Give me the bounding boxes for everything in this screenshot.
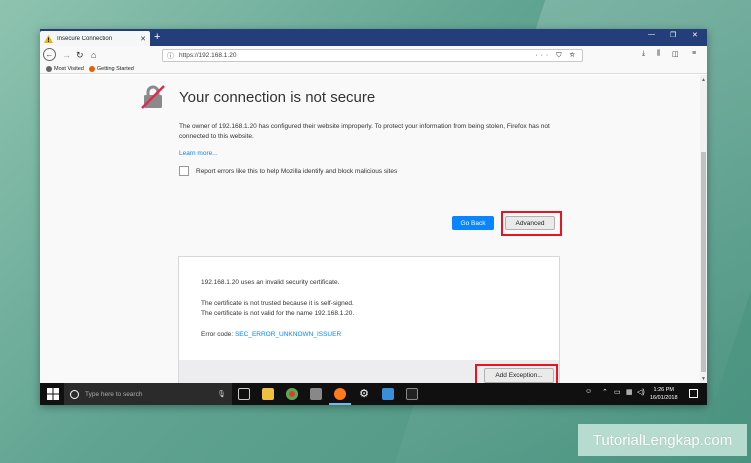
tab-insecure-connection[interactable]: Insecure Connection ✕: [40, 31, 150, 46]
cert-invalid-text: 192.168.1.20 uses an invalid security ce…: [201, 279, 340, 286]
search-placeholder: Type here to search: [85, 390, 143, 398]
error-code-link[interactable]: SEC_ERROR_UNKNOWN_ISSUER: [235, 331, 341, 338]
error-title: Your connection is not secure: [179, 89, 376, 106]
watermark: TutorialLengkap.com: [578, 424, 747, 456]
tab-title: Insecure Connection: [57, 35, 113, 42]
bookmark-getting-started[interactable]: Getting Started: [88, 65, 134, 72]
battery-icon[interactable]: ▭: [614, 388, 621, 396]
error-description: The owner of 192.168.1.20 has configured…: [179, 123, 550, 140]
chrome-icon[interactable]: [286, 388, 298, 400]
info-icon[interactable]: ⓘ: [167, 51, 174, 61]
error-code-label: Error code:: [201, 331, 234, 338]
library-icon[interactable]: ⫼: [657, 50, 660, 58]
bookmark-label: Getting Started: [96, 65, 134, 72]
active-app-indicator: [329, 403, 351, 405]
terminal-icon[interactable]: [406, 388, 418, 400]
bookmark-label: Most Visited: [54, 65, 84, 72]
firefox-icon: [88, 65, 95, 72]
bookmark-most-visited[interactable]: Most Visited: [46, 65, 84, 72]
warning-icon: [44, 34, 53, 43]
scroll-down-icon[interactable]: ▼: [701, 376, 706, 382]
page-actions[interactable]: ··· ⛉ ☆: [535, 52, 578, 60]
tray-chevron-icon[interactable]: ⌃: [602, 388, 608, 396]
settings-icon[interactable]: ⚙: [358, 388, 370, 400]
new-tab-button[interactable]: +: [154, 30, 160, 44]
page-content: Your connection is not secure The owner …: [40, 75, 707, 391]
download-icon[interactable]: ⤓: [642, 50, 645, 58]
network-icon[interactable]: ▦: [626, 388, 633, 396]
file-explorer-icon[interactable]: [262, 388, 274, 400]
clock-time: 1:26 PM: [653, 387, 674, 393]
url-text: https://192.168.1.20: [179, 52, 237, 59]
notification-icon[interactable]: [689, 389, 698, 398]
people-icon[interactable]: ☺: [585, 388, 592, 395]
gear-icon: [46, 65, 52, 72]
home-icon[interactable]: ⌂: [91, 48, 96, 62]
taskbar-clock[interactable]: 1:26 PM 16/01/2018: [650, 386, 678, 402]
minimize-icon[interactable]: —: [648, 31, 655, 38]
report-errors-row: Report errors like this to help Mozilla …: [179, 166, 397, 176]
forward-icon[interactable]: →: [62, 48, 71, 62]
report-errors-checkbox[interactable]: [179, 166, 189, 176]
title-bar: Insecure Connection ✕ + — ❐ ✕: [40, 29, 707, 46]
cert-name-mismatch-text: The certificate is not valid for the nam…: [201, 310, 355, 317]
go-back-button[interactable]: Go Back: [452, 216, 494, 230]
microphone-icon[interactable]: 🎙: [217, 390, 226, 398]
task-view-icon[interactable]: [238, 388, 250, 400]
screenshot-frame: Insecure Connection ✕ + — ❐ ✕ ← → ↻ ⌂ ⓘ …: [40, 29, 707, 405]
clock-date: 16/01/2018: [650, 395, 678, 401]
url-bar[interactable]: ⓘ https://192.168.1.20 ··· ⛉ ☆: [162, 49, 583, 62]
bookmarks-bar: Most Visited Getting Started: [40, 64, 707, 74]
advanced-highlight-box: [501, 211, 562, 236]
error-code-row: Error code: SEC_ERROR_UNKNOWN_ISSUER: [201, 331, 341, 338]
cortana-icon: [70, 389, 79, 399]
learn-more-link[interactable]: Learn more...: [179, 150, 218, 157]
tab-close-icon[interactable]: ✕: [140, 35, 146, 43]
close-window-icon[interactable]: ✕: [692, 31, 698, 39]
scroll-thumb[interactable]: [701, 152, 706, 372]
app-icon[interactable]: [310, 388, 322, 400]
back-icon[interactable]: ←: [43, 48, 56, 61]
maximize-icon[interactable]: ❐: [670, 31, 676, 39]
reload-icon[interactable]: ↻: [76, 48, 84, 62]
firefox-taskbar-icon[interactable]: [334, 388, 346, 400]
report-errors-label: Report errors like this to help Mozilla …: [196, 167, 398, 175]
sidebar-icon[interactable]: ◫: [672, 50, 679, 58]
taskbar-search[interactable]: Type here to search 🎙: [64, 383, 232, 405]
cert-self-signed-text: The certificate is not trusted because i…: [201, 300, 354, 307]
broken-lock-icon: [141, 85, 165, 109]
windows-taskbar: Type here to search 🎙 ⚙ ☺ ⌃ ▭ ▦ ◁) 1:26 …: [40, 383, 707, 405]
scroll-up-icon[interactable]: ▲: [701, 77, 706, 83]
windows-start-icon[interactable]: [47, 388, 59, 400]
scrollbar[interactable]: ▲ ▼: [700, 75, 707, 383]
menu-icon[interactable]: ≡: [692, 50, 696, 57]
navigation-bar: ← → ↻ ⌂ ⓘ https://192.168.1.20 ··· ⛉ ☆ ⤓…: [40, 46, 707, 64]
app-blue-icon[interactable]: [382, 388, 394, 400]
volume-icon[interactable]: ◁): [637, 388, 645, 396]
